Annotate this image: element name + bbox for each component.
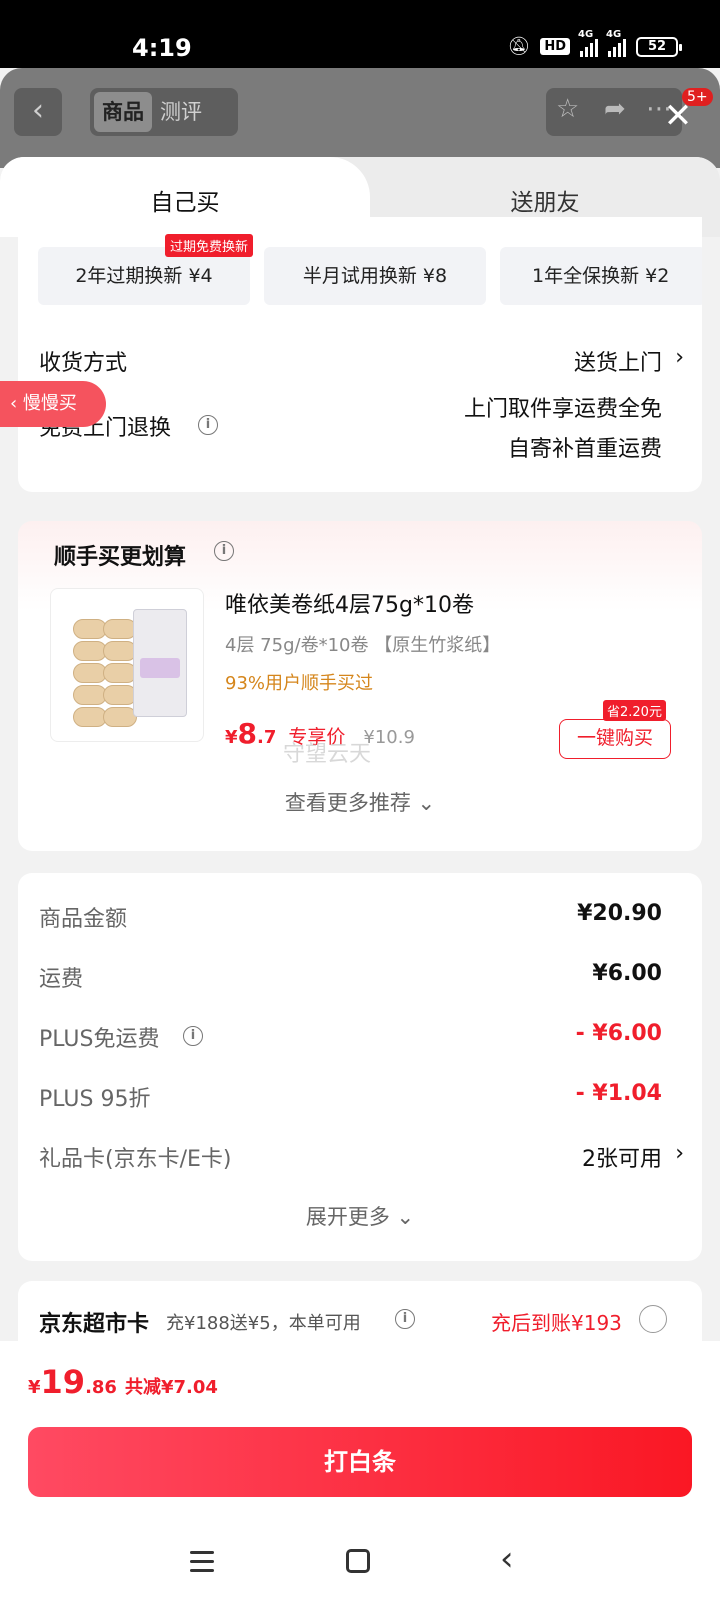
checkout-bar: ¥ 19 .86 共减¥7.04 打白条 ‹	[0, 1341, 720, 1600]
price-row-value: - ¥6.00	[575, 1021, 662, 1046]
package-graphic	[133, 609, 187, 717]
status-bar: 4:19 🔕︎ HD 4G 4G 52	[0, 0, 720, 68]
info-icon[interactable]: i	[198, 415, 218, 435]
chevron-right-icon[interactable]: ›	[675, 1141, 684, 1166]
price-row-label: 商品金额	[39, 907, 128, 932]
product-popularity: 93%用户顺手买过	[225, 673, 374, 694]
tab-review[interactable]: 测评	[152, 92, 210, 132]
tab-product[interactable]: 商品	[94, 92, 152, 132]
jd-card-radio[interactable]	[639, 1305, 667, 1333]
warranty-option[interactable]: 1年全保换新 ¥2	[500, 247, 702, 305]
toilet-roll-graphic	[73, 619, 139, 727]
original-price: ¥10.9	[363, 727, 415, 748]
status-time: 4:19	[132, 34, 192, 62]
expand-more-link[interactable]: 展开更多 ⌄	[18, 1201, 702, 1231]
signal-icon: 4G	[578, 29, 598, 57]
price-row-label: PLUS免运费	[39, 1027, 160, 1052]
delivery-label: 收货方式	[39, 351, 128, 376]
one-click-buy-button[interactable]: 一键购买	[559, 719, 671, 759]
total-integer: 19	[40, 1363, 86, 1401]
info-icon[interactable]: i	[214, 541, 234, 561]
home-icon[interactable]	[346, 1549, 370, 1573]
menu-icon[interactable]	[190, 1551, 214, 1573]
more-recommendations-link[interactable]: 查看更多推荐 ⌄	[18, 787, 702, 817]
delivery-value[interactable]: 送货上门	[574, 345, 662, 377]
price-row-value: - ¥1.04	[575, 1081, 662, 1106]
warranty-option[interactable]: 半月试用换新 ¥8	[264, 247, 486, 305]
product-tabs: 商品 测评	[90, 88, 238, 136]
status-icons: 🔕︎ HD 4G 4G 52	[507, 29, 682, 57]
total-decimal: .86	[85, 1377, 117, 1398]
back-button[interactable]: ‹	[14, 88, 62, 136]
price-row-label: PLUS 95折	[39, 1087, 151, 1112]
product-name[interactable]: 唯依美卷纸4层75g*10卷	[225, 587, 474, 619]
product-header: ‹ 商品 测评 ☆ ➦ ⋯ 5+ ✕	[0, 68, 720, 168]
share-icon[interactable]: ➦	[604, 94, 626, 124]
chevron-left-icon: ‹	[10, 393, 23, 414]
battery-icon: 52	[636, 36, 682, 57]
price-decimal: .7	[257, 727, 277, 748]
price-detail-card: 商品金额 ¥20.90 运费 ¥6.00 PLUS免运费 i - ¥6.00 P…	[18, 873, 702, 1261]
price-row-value: ¥20.90	[577, 901, 662, 926]
chevron-right-icon[interactable]: ›	[675, 345, 684, 370]
price-row-label: 运费	[39, 967, 84, 992]
info-icon[interactable]: i	[183, 1026, 203, 1046]
mute-icon: 🔕︎	[507, 36, 531, 57]
system-nav-bar: ‹	[0, 1527, 720, 1600]
slow-buy-label: 慢慢买	[22, 393, 77, 414]
total-saving[interactable]: 共减¥7.04	[125, 1373, 218, 1399]
warranty-tag: 过期免费换新	[165, 234, 254, 257]
price-symbol: ¥	[225, 727, 238, 748]
total-symbol: ¥	[28, 1377, 41, 1398]
return-line-2: 自寄补首重运费	[507, 437, 662, 462]
jd-card-desc: 充¥188送¥5，本单可用	[166, 1313, 361, 1334]
watermark: 守望云天	[283, 742, 372, 767]
pay-button[interactable]: 打白条	[28, 1427, 692, 1497]
save-tag: 省2.20元	[603, 700, 666, 721]
jd-card-title: 京东超市卡	[39, 1312, 150, 1337]
recommend-title: 顺手买更划算	[54, 545, 187, 570]
back-icon[interactable]: ‹	[500, 1539, 514, 1579]
product-spec: 4层 75g/卷*10卷 【原生竹浆纸】	[225, 635, 501, 656]
recommend-card: 顺手买更划算 i 唯依美卷纸4层75g*10卷 4层 75g/卷*10卷 【原生…	[18, 521, 702, 851]
close-icon[interactable]: ✕	[660, 98, 696, 134]
price-row-value: ¥6.00	[592, 961, 662, 986]
price-row-label: 礼品卡(京东卡/E卡)	[39, 1147, 232, 1172]
star-icon[interactable]: ☆	[556, 94, 579, 124]
gift-card-value[interactable]: 2张可用	[582, 1141, 662, 1173]
return-line-1: 上门取件享运费全免	[463, 397, 662, 422]
jd-card-return: 充后到账¥193	[491, 1311, 622, 1335]
service-card: 2年过期换新 ¥4 半月试用换新 ¥8 1年全保换新 ¥2 过期免费换新 收货方…	[18, 217, 702, 492]
product-image[interactable]	[50, 588, 204, 742]
total-price: ¥ 19 .86 共减¥7.04	[28, 1363, 218, 1401]
signal-icon-2: 4G	[606, 29, 626, 57]
price-integer: 8	[237, 717, 258, 750]
slow-buy-tag[interactable]: ‹ 慢慢买	[0, 381, 106, 427]
hd-icon: HD	[540, 38, 570, 55]
warranty-options: 2年过期换新 ¥4 半月试用换新 ¥8 1年全保换新 ¥2	[38, 247, 702, 307]
info-icon[interactable]: i	[395, 1309, 415, 1329]
